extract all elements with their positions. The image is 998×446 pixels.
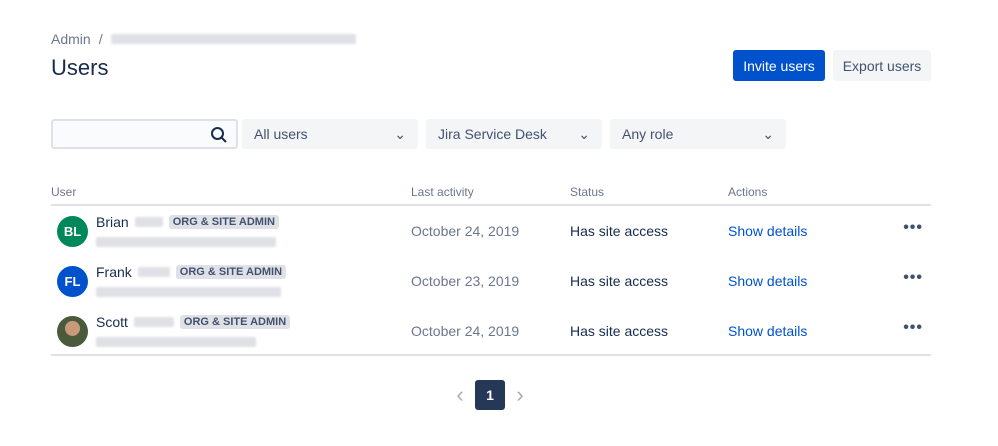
more-actions-icon[interactable]: •••: [903, 219, 923, 237]
role-badge: ORG & SITE ADMIN: [168, 215, 279, 229]
invite-users-button[interactable]: Invite users: [733, 50, 825, 81]
more-actions-icon[interactable]: •••: [903, 319, 923, 337]
more-actions-icon[interactable]: •••: [903, 269, 923, 287]
header-user: User: [51, 185, 77, 199]
user-filter-select[interactable]: All users ⌄: [242, 119, 418, 149]
last-activity: October 24, 2019: [411, 323, 520, 339]
breadcrumb-admin[interactable]: Admin: [51, 31, 91, 47]
last-activity: October 23, 2019: [411, 273, 520, 289]
breadcrumb: Admin /: [51, 31, 356, 47]
show-details-link[interactable]: Show details: [728, 323, 807, 339]
breadcrumb-separator: /: [98, 31, 103, 47]
avatar: BL: [57, 216, 88, 247]
table-row: FL Frank ORG & SITE ADMIN October 23, 201…: [51, 256, 931, 306]
search-icon: [211, 127, 227, 143]
table-row: Scott ORG & SITE ADMIN October 24, 2019 H…: [51, 306, 931, 356]
next-page-button[interactable]: ›: [505, 380, 535, 410]
header-status: Status: [570, 185, 605, 199]
avatar: FL: [57, 266, 88, 297]
prev-page-button[interactable]: ‹: [445, 380, 475, 410]
email-redacted: [96, 237, 276, 247]
status: Has site access: [570, 223, 669, 239]
breadcrumb-site-redacted[interactable]: [110, 34, 356, 44]
last-activity: October 24, 2019: [411, 223, 520, 239]
header-last-activity: Last activity: [411, 185, 474, 199]
show-details-link[interactable]: Show details: [728, 223, 807, 239]
last-name-redacted: [134, 217, 163, 227]
user-filter-value: All users: [254, 126, 308, 142]
table-row: BL Brian ORG & SITE ADMIN October 24, 201…: [51, 206, 931, 256]
email-redacted: [96, 337, 256, 347]
status: Has site access: [570, 273, 669, 289]
role-badge: ORG & SITE ADMIN: [179, 315, 291, 329]
user-name: Scott: [96, 314, 128, 330]
user-name: Brian: [96, 214, 129, 230]
header-actions: Actions: [728, 185, 768, 199]
avatar-photo: [57, 316, 88, 347]
chevron-down-icon: ⌄: [578, 125, 590, 142]
role-filter-select[interactable]: Any role ⌄: [610, 119, 786, 149]
search-input[interactable]: [51, 119, 238, 149]
last-name-redacted: [133, 317, 174, 327]
role-filter-value: Any role: [622, 126, 674, 142]
chevron-down-icon: ⌄: [394, 125, 406, 142]
product-filter-select[interactable]: Jira Service Desk ⌄: [426, 119, 602, 149]
role-badge: ORG & SITE ADMIN: [175, 265, 287, 279]
last-name-redacted: [137, 267, 170, 277]
export-users-button[interactable]: Export users: [833, 50, 931, 81]
chevron-down-icon: ⌄: [762, 125, 774, 142]
show-details-link[interactable]: Show details: [728, 273, 807, 289]
page-title: Users: [51, 55, 109, 80]
page-1-button[interactable]: 1: [475, 380, 505, 410]
status: Has site access: [570, 323, 669, 339]
email-redacted: [96, 287, 281, 297]
user-name: Frank: [96, 264, 132, 280]
product-filter-value: Jira Service Desk: [438, 126, 547, 142]
table-bottom-divider: [51, 354, 931, 356]
